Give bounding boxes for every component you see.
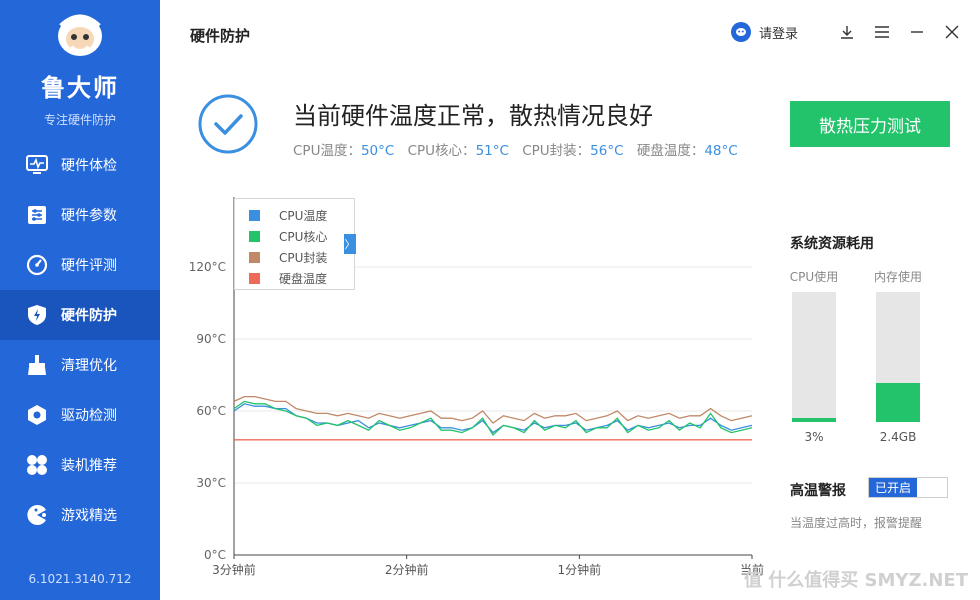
brand-name: 鲁大师: [41, 74, 119, 102]
legend-swatch: [249, 273, 260, 284]
x-tick-label: 2分钟前: [385, 562, 429, 577]
sidebar-item-hardware-protection[interactable]: 硬件防护: [0, 290, 160, 340]
clover-icon: [26, 454, 48, 476]
legend-item: CPU核心: [249, 226, 354, 247]
y-tick-label: 60°C: [196, 404, 226, 418]
legend-label: 硬盘温度: [279, 272, 328, 286]
legend-item: 硬盘温度: [249, 268, 354, 289]
alarm-toggle-on-label: 已开启: [869, 478, 917, 497]
sidebar-item-label: 硬件体检: [61, 158, 117, 174]
stress-test-button[interactable]: 散热压力测试: [790, 101, 950, 147]
disk-temp-label: 硬盘温度：: [636, 143, 705, 159]
broom-icon: [26, 354, 48, 376]
legend-label: CPU核心: [279, 230, 328, 244]
legend-swatch: [249, 252, 260, 263]
sidebar-nav: 硬件体检 硬件参数 硬件评测 硬件防护 清理优化 驱动检测 装机推荐 游戏精选: [0, 140, 160, 540]
legend-item: CPU封装: [249, 247, 354, 268]
gear-hex-icon: [26, 404, 48, 426]
cpu-usage-fill: [792, 418, 836, 422]
memory-usage-value: 2.4GB: [879, 430, 917, 444]
sidebar-item-hardware-check[interactable]: 硬件体检: [0, 140, 160, 190]
legend-swatch: [249, 231, 260, 242]
cpu-core-label: CPU核心：: [407, 143, 476, 159]
legend-collapse-button[interactable]: 〉: [344, 234, 356, 254]
watermark: 值 什么值得买 SMYZ.NET: [744, 570, 968, 591]
sidebar-item-hardware-params[interactable]: 硬件参数: [0, 190, 160, 240]
x-tick-label: 3分钟前: [212, 562, 256, 577]
minimize-icon[interactable]: [909, 24, 925, 40]
cpu-package-value: 56°C: [590, 143, 624, 159]
sidebar-item-games[interactable]: 游戏精选: [0, 490, 160, 540]
sidebar-item-label: 清理优化: [61, 358, 117, 374]
disk-temp-value: 48°C: [704, 143, 738, 159]
sidebar-item-label: 硬件防护: [61, 308, 117, 324]
logo: 鲁大师 专注硬件防护: [0, 12, 160, 128]
sidebar-item-label: 硬件参数: [61, 208, 117, 224]
status-headline: 当前硬件温度正常，散热情况良好: [293, 102, 653, 130]
chevron-right-icon: 〉: [344, 238, 356, 251]
alarm-description: 当温度过高时，报警提醒: [790, 516, 923, 530]
legend-item: CPU温度: [249, 205, 354, 226]
download-icon[interactable]: [839, 24, 855, 40]
sidebar-item-build-recommend[interactable]: 装机推荐: [0, 440, 160, 490]
shield-bolt-icon: [26, 304, 48, 326]
sidebar-item-label: 硬件评测: [61, 258, 117, 274]
cpu-temp-label: CPU温度：: [293, 143, 361, 159]
page-title: 硬件防护: [190, 27, 251, 45]
memory-usage-meter: 内存使用 2.4GB: [874, 268, 922, 444]
legend-label: CPU温度: [279, 209, 328, 223]
cpu-usage-bar: [792, 292, 836, 422]
login-label: 请登录: [758, 26, 798, 42]
memory-usage-bar: [876, 292, 920, 422]
sidebar: 鲁大师 专注硬件防护 硬件体检 硬件参数 硬件评测 硬件防护 清理优化 驱动检测…: [0, 0, 160, 600]
memory-usage-label: 内存使用: [873, 270, 922, 284]
temperature-summary: CPU温度：50°C CPU核心：51°C CPU封装：56°C 硬盘温度：48…: [293, 139, 738, 159]
sidebar-item-label: 装机推荐: [61, 458, 117, 474]
login-button[interactable]: 请登录: [730, 22, 798, 42]
sidebar-item-hardware-benchmark[interactable]: 硬件评测: [0, 240, 160, 290]
cpu-core-value: 51°C: [475, 143, 509, 159]
sliders-icon: [26, 204, 48, 226]
close-icon[interactable]: [944, 24, 960, 40]
x-tick-label: 1分钟前: [558, 562, 602, 577]
resource-usage-title: 系统资源耗用: [790, 236, 874, 252]
high-temp-alarm-label: 高温警报: [790, 483, 846, 499]
series-line-1: [233, 400, 753, 437]
sidebar-item-label: 游戏精选: [61, 508, 117, 524]
cpu-usage-value: 3%: [804, 430, 824, 444]
mascot-logo-icon: [58, 14, 102, 56]
series-line-2: [233, 395, 753, 424]
y-tick-label: 90°C: [196, 332, 226, 346]
y-tick-label: 30°C: [196, 476, 226, 490]
gauge-icon: [26, 254, 48, 276]
monitor-pulse-icon: [26, 154, 48, 176]
y-tick-label: 120°C: [190, 260, 226, 274]
sidebar-item-cleanup[interactable]: 清理优化: [0, 340, 160, 390]
pacman-icon: [26, 504, 48, 526]
check-circle-icon: [198, 94, 258, 154]
version-label: 6.1021.3140.712: [28, 572, 132, 586]
legend-label: CPU封装: [279, 251, 328, 265]
memory-usage-fill: [876, 383, 920, 422]
high-temp-alarm-toggle[interactable]: 已开启: [868, 477, 948, 498]
cpu-package-label: CPU封装：: [522, 143, 591, 159]
sidebar-item-label: 驱动检测: [61, 408, 117, 424]
sidebar-item-driver-detect[interactable]: 驱动检测: [0, 390, 160, 440]
cpu-temp-value: 50°C: [360, 143, 395, 159]
y-tick-label: 0°C: [204, 548, 226, 562]
titlebar-controls: 请登录: [730, 22, 960, 42]
cpu-usage-meter: CPU使用 3%: [790, 268, 838, 444]
series-line-0: [233, 403, 753, 434]
brand-tagline: 专注硬件防护: [43, 113, 116, 127]
user-avatar-icon: [730, 22, 751, 42]
cpu-usage-label: CPU使用: [789, 270, 839, 284]
menu-icon[interactable]: [874, 24, 890, 40]
chart-legend: CPU温度 CPU核心 CPU封装 硬盘温度: [234, 198, 355, 290]
legend-swatch: [249, 210, 260, 221]
